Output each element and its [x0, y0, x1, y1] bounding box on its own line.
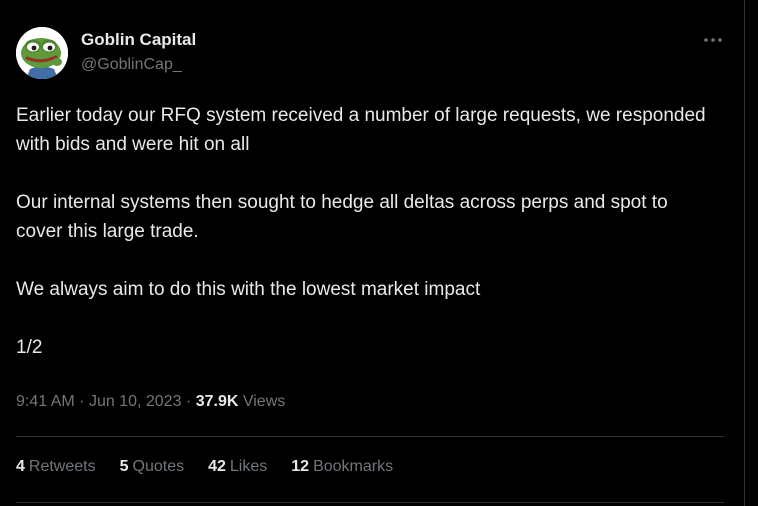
frog-avatar-image [16, 27, 68, 79]
quotes-count: 5 [119, 458, 129, 475]
more-dots-icon [704, 38, 722, 42]
meta-separator: · [185, 393, 192, 410]
divider [16, 436, 724, 437]
bookmarks-stat[interactable]: 12 Bookmarks [291, 458, 393, 476]
bookmarks-label: Bookmarks [313, 458, 394, 475]
quotes-label: Quotes [132, 458, 185, 475]
tweet-paragraph: Earlier today our RFQ system received a … [16, 105, 706, 155]
tweet-article: Goblin Capital @GoblinCap_ Earlier today… [0, 0, 744, 506]
retweets-label: Retweets [28, 458, 96, 475]
views-count: 37.9K [195, 393, 239, 410]
likes-label: Likes [229, 458, 268, 475]
author-display-name[interactable]: Goblin Capital [81, 30, 196, 50]
more-options-button[interactable] [698, 28, 728, 52]
bookmarks-count: 12 [291, 458, 310, 475]
views-label: Views [242, 393, 286, 410]
tweet-date[interactable]: Jun 10, 2023 [89, 393, 182, 410]
meta-separator: · [79, 393, 85, 410]
column-border [744, 0, 745, 506]
tweet-paragraph: Our internal systems then sought to hedg… [16, 192, 668, 242]
author-handle[interactable]: @GoblinCap_ [81, 56, 182, 74]
divider [16, 502, 724, 503]
engagement-stats: 4 Retweets 5 Quotes 42 Likes 12 Bookmarks [16, 458, 417, 476]
tweet-paragraph: We always aim to do this with the lowest… [16, 279, 481, 300]
tweet-paragraph: 1/2 [16, 337, 43, 358]
likes-stat[interactable]: 42 Likes [208, 458, 267, 476]
retweets-stat[interactable]: 4 Retweets [16, 458, 96, 476]
author-avatar[interactable] [16, 27, 68, 79]
quotes-stat[interactable]: 5 Quotes [120, 458, 185, 476]
retweets-count: 4 [16, 458, 25, 475]
tweet-meta: 9:41 AM · Jun 10, 2023 · 37.9K Views [16, 393, 285, 411]
likes-count: 42 [208, 458, 226, 475]
tweet-time[interactable]: 9:41 AM [16, 393, 75, 410]
tweet-text: Earlier today our RFQ system received a … [16, 101, 716, 362]
